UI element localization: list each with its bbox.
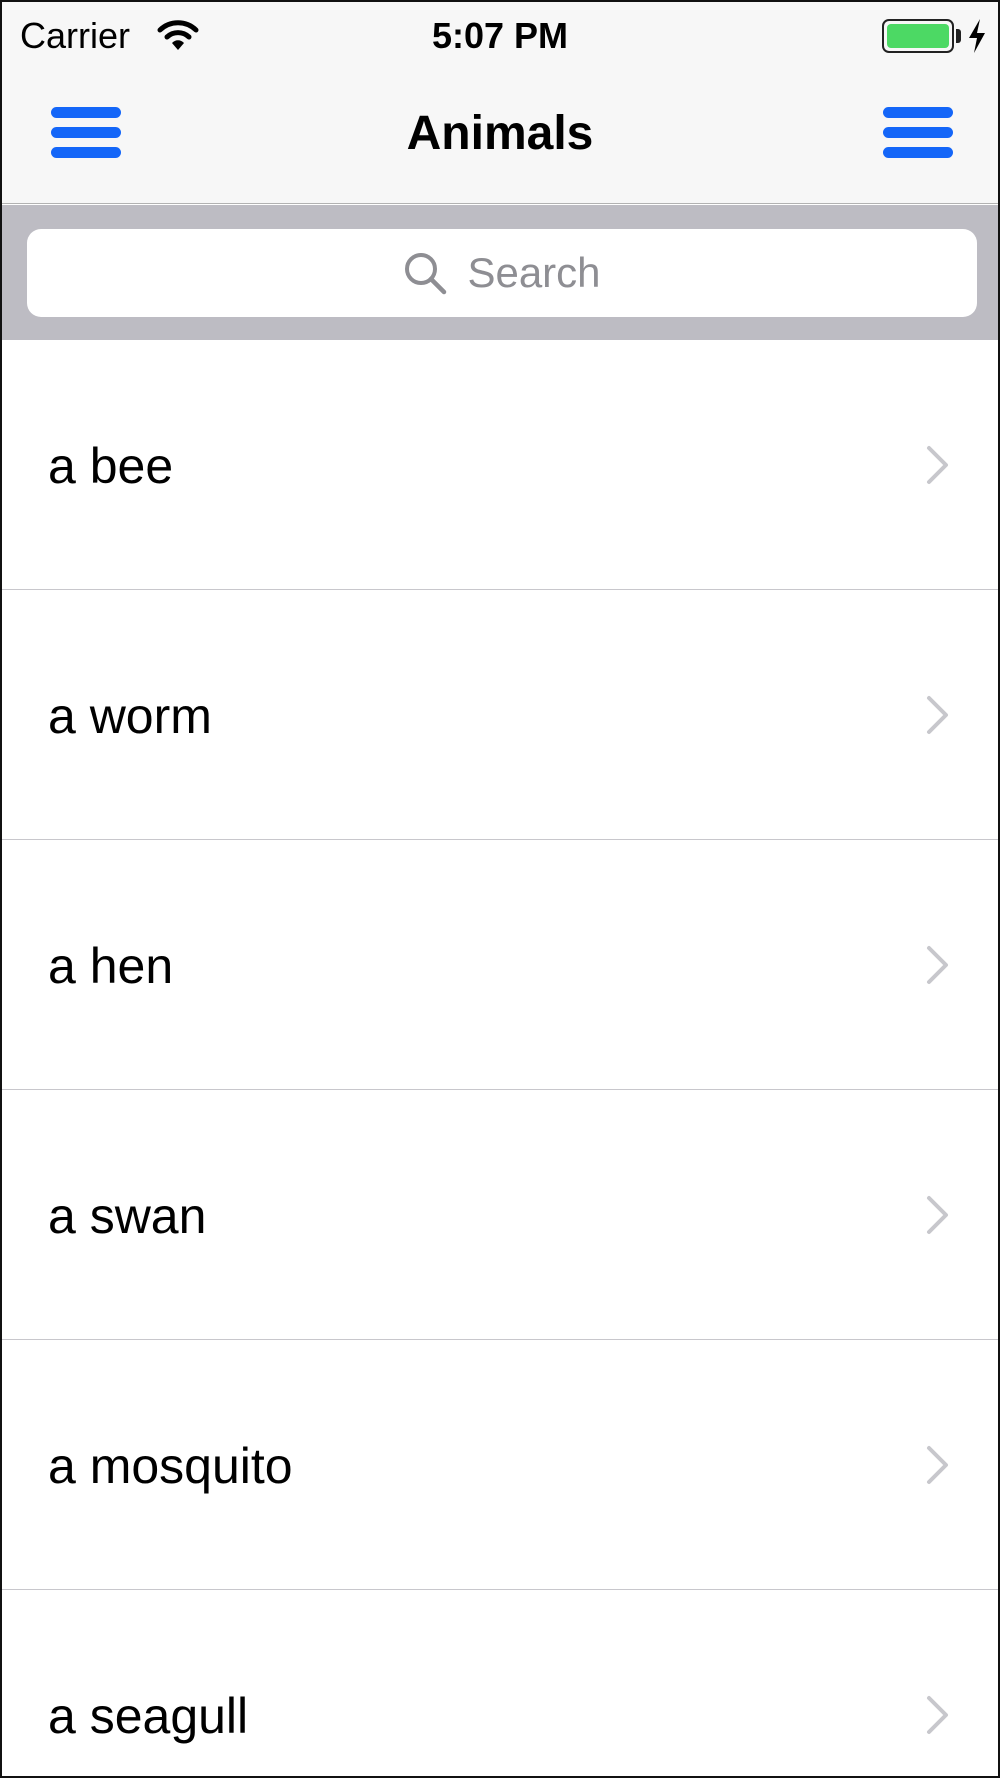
menu-icon-bar bbox=[883, 147, 953, 158]
list-item-swan[interactable]: a swan bbox=[2, 1090, 998, 1340]
status-bar: Carrier 5:07 PM bbox=[2, 2, 998, 68]
list-item-bee[interactable]: a bee bbox=[2, 340, 998, 590]
phone-screen: Carrier 5:07 PM Animals Search a bee a w… bbox=[0, 0, 1000, 1778]
list-item-label: a mosquito bbox=[48, 1438, 293, 1494]
list-item-seagull[interactable]: a seagull bbox=[2, 1590, 998, 1776]
battery-cap bbox=[956, 29, 961, 43]
status-time: 5:07 PM bbox=[431, 15, 569, 56]
menu-icon-bar bbox=[883, 107, 953, 118]
list-item-label: a worm bbox=[48, 688, 212, 744]
charging-bolt-icon bbox=[969, 19, 985, 53]
menu-icon-bar bbox=[883, 127, 953, 138]
list-item-mosquito[interactable]: a mosquito bbox=[2, 1340, 998, 1590]
chevron-right-icon bbox=[927, 1446, 948, 1484]
list-item-label: a seagull bbox=[48, 1688, 249, 1744]
chevron-right-icon bbox=[927, 1696, 948, 1734]
chevron-right-icon bbox=[927, 1196, 948, 1234]
search-placeholder: Search bbox=[467, 249, 601, 296]
list-item-label: a hen bbox=[48, 938, 174, 994]
navigation-bar: Animals bbox=[2, 68, 998, 204]
search-bar: Search bbox=[2, 205, 998, 340]
battery-level bbox=[887, 24, 949, 48]
animal-list: a bee a worm a hen a swan a mosquito a s… bbox=[2, 340, 998, 1776]
chevron-right-icon bbox=[927, 696, 948, 734]
search-input[interactable]: Search bbox=[27, 229, 977, 317]
chevron-right-icon bbox=[927, 946, 948, 984]
list-item-worm[interactable]: a worm bbox=[2, 590, 998, 840]
right-menu-button[interactable] bbox=[883, 106, 953, 162]
page-title: Animals bbox=[406, 107, 594, 160]
list-item-hen[interactable]: a hen bbox=[2, 840, 998, 1090]
chevron-right-icon bbox=[927, 446, 948, 484]
list-item-label: a swan bbox=[48, 1188, 207, 1244]
search-icon bbox=[405, 253, 447, 295]
list-item-label: a bee bbox=[48, 438, 174, 494]
battery-icon bbox=[882, 19, 954, 53]
